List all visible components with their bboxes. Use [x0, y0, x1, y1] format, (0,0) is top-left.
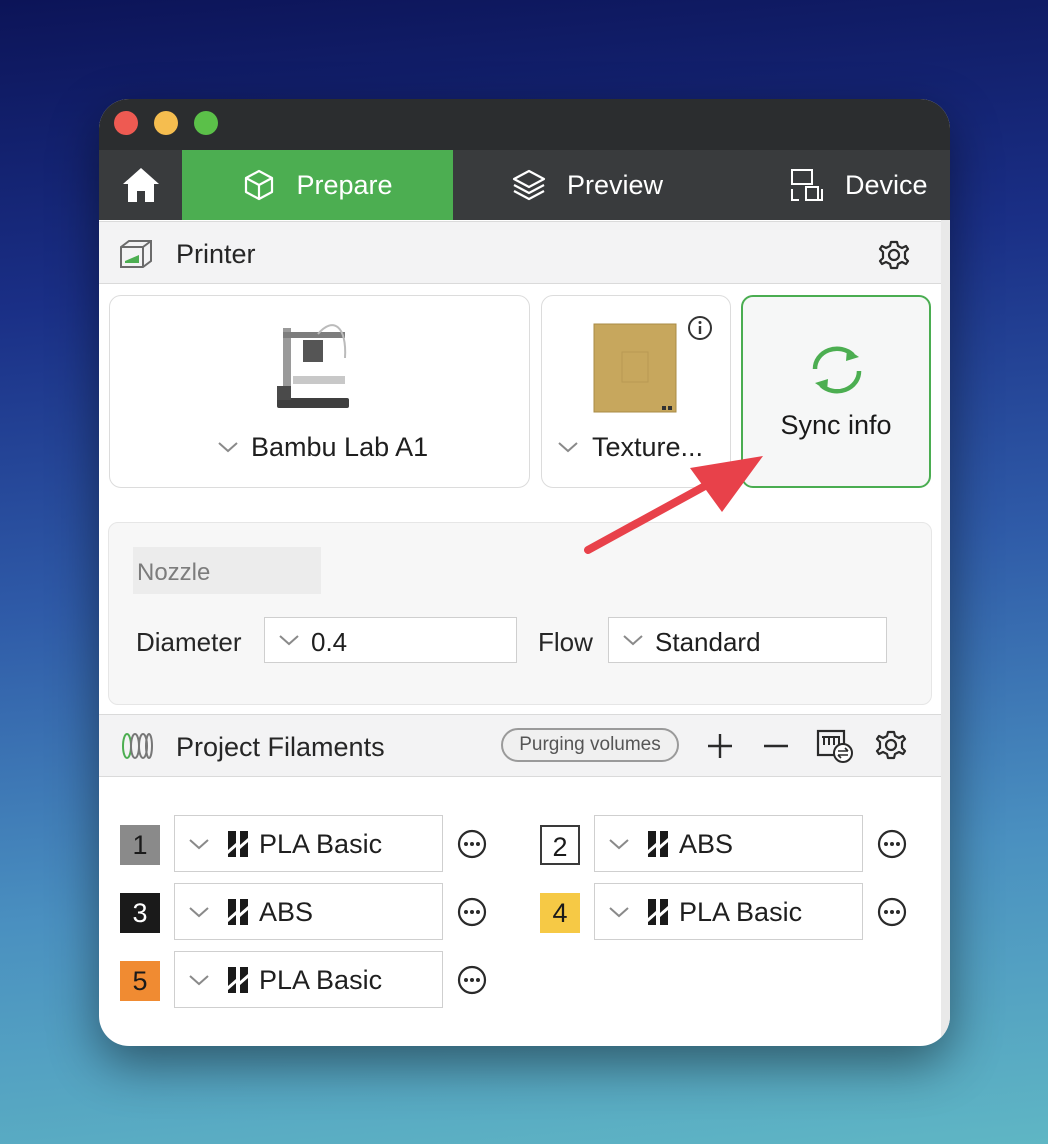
chevron-down-icon [558, 442, 578, 453]
more-options-icon [457, 897, 487, 927]
filament-more-button[interactable] [877, 829, 907, 859]
diameter-select[interactable]: 0.4 [264, 617, 517, 663]
bambu-logo-icon [648, 831, 668, 857]
filament-color-swatch[interactable]: 3 [120, 893, 160, 933]
device-icon [791, 169, 823, 201]
filament-type-select[interactable]: PLA Basic [174, 815, 443, 872]
zoom-window-button[interactable] [194, 111, 218, 135]
scrollbar[interactable] [941, 220, 950, 1046]
printer-section-header: Printer [99, 221, 941, 284]
bambu-logo-icon [228, 967, 248, 993]
nozzle-panel: Nozzle Diameter 0.4 Flow Standard [108, 522, 932, 705]
filament-color-swatch[interactable]: 1 [120, 825, 160, 865]
plate-selector-card[interactable]: Texture... [541, 295, 731, 488]
layers-icon [512, 169, 546, 201]
filament-more-button[interactable] [457, 897, 487, 927]
info-icon[interactable] [687, 315, 713, 341]
remove-filament-icon[interactable] [763, 733, 789, 759]
filament-type-value: PLA Basic [679, 897, 803, 927]
filament-type-select[interactable]: ABS [594, 815, 863, 872]
tab-device[interactable]: Device [789, 150, 928, 220]
filament-type-select[interactable]: PLA Basic [594, 883, 863, 940]
filament-spools-icon [122, 733, 153, 759]
textured-plate-image [593, 323, 677, 413]
bambu-logo-icon [228, 831, 248, 857]
chevron-down-icon [279, 635, 299, 646]
printer-image [277, 324, 349, 408]
more-options-icon [457, 965, 487, 995]
filaments-section-title: Project Filaments [176, 732, 385, 762]
chevron-down-icon [609, 907, 629, 918]
filament-more-button[interactable] [877, 897, 907, 927]
minimize-window-button[interactable] [154, 111, 178, 135]
filament-color-swatch[interactable]: 5 [120, 961, 160, 1001]
printer-section-title: Printer [176, 239, 256, 269]
nozzle-heading: Nozzle [133, 547, 321, 594]
filament-type-select[interactable]: PLA Basic [174, 951, 443, 1008]
chevron-down-icon [623, 635, 643, 646]
printer-settings-gear-icon[interactable] [878, 239, 910, 271]
add-filament-icon[interactable] [707, 733, 733, 759]
more-options-icon [457, 829, 487, 859]
tab-preview-label: Preview [567, 169, 664, 200]
printer-box-icon [120, 240, 152, 268]
filament-color-swatch[interactable]: 4 [540, 893, 580, 933]
filament-type-select[interactable]: ABS [174, 883, 443, 940]
filament-type-value: ABS [259, 897, 314, 927]
flow-select[interactable]: Standard [608, 617, 887, 663]
close-window-button[interactable] [114, 111, 138, 135]
cube-icon [245, 169, 274, 201]
printer-model-value: Bambu Lab A1 [251, 432, 429, 462]
sync-icon [812, 346, 862, 394]
house-icon [122, 168, 159, 202]
chevron-down-icon [189, 839, 209, 850]
more-options-icon [877, 829, 907, 859]
chevron-down-icon [218, 442, 238, 453]
tab-prepare-label: Prepare [296, 169, 393, 200]
main-tab-bar: Prepare Preview Device [99, 150, 950, 220]
chevron-down-icon [189, 907, 209, 918]
bambu-logo-icon [648, 899, 668, 925]
printer-selector-card[interactable]: Bambu Lab A1 [109, 295, 530, 488]
tab-prepare[interactable]: Prepare [182, 150, 453, 220]
sync-info-button[interactable]: Sync info [741, 295, 931, 488]
filament-settings-gear-icon[interactable] [875, 729, 907, 761]
plate-type-value: Texture... [592, 432, 704, 462]
purging-volumes-button[interactable]: Purging volumes [501, 728, 679, 762]
filament-color-swatch[interactable]: 2 [540, 825, 580, 865]
title-bar [99, 99, 950, 150]
chevron-down-icon [609, 839, 629, 850]
flow-label: Flow [538, 627, 593, 657]
home-button[interactable] [99, 150, 182, 220]
diameter-value: 0.4 [311, 627, 348, 657]
filament-more-button[interactable] [457, 965, 487, 995]
filament-type-value: PLA Basic [259, 965, 383, 995]
filament-type-value: ABS [679, 829, 734, 859]
filament-type-value: PLA Basic [259, 829, 383, 859]
app-window: Prepare Preview Device Printer Bambu Lab… [99, 99, 950, 1046]
bambu-logo-icon [228, 899, 248, 925]
filament-more-button[interactable] [457, 829, 487, 859]
sync-ams-icon[interactable] [816, 729, 854, 763]
sync-info-label: Sync info [780, 410, 892, 440]
chevron-down-icon [189, 975, 209, 986]
diameter-label: Diameter [136, 627, 242, 657]
tab-preview[interactable]: Preview [511, 150, 663, 220]
flow-value: Standard [655, 627, 761, 657]
more-options-icon [877, 897, 907, 927]
tab-device-label: Device [845, 169, 928, 200]
